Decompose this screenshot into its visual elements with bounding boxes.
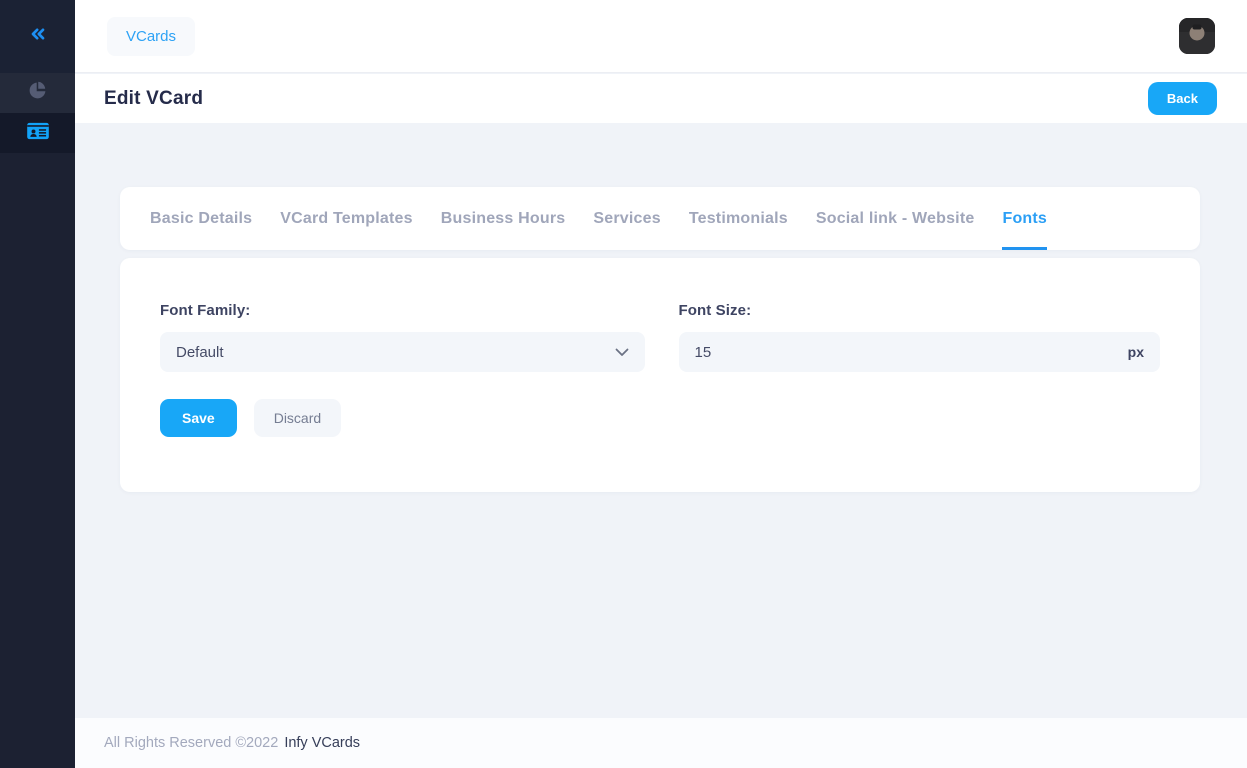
tab-business-hours[interactable]: Business Hours [441, 187, 566, 250]
breadcrumb-vcards[interactable]: VCards [107, 17, 195, 56]
chevron-down-icon [615, 344, 629, 361]
discard-button[interactable]: Discard [254, 399, 341, 437]
footer: All Rights Reserved ©2022 Infy VCards [75, 718, 1247, 768]
page-title: Edit VCard [104, 88, 203, 110]
font-size-label: Font Size: [679, 302, 1161, 319]
fonts-form-card: Font Family: Default Font Size: px [120, 258, 1200, 492]
tab-services[interactable]: Services [593, 187, 660, 250]
pie-chart-icon [28, 81, 47, 105]
sidebar-item-dashboard[interactable] [0, 73, 75, 113]
tab-testimonials[interactable]: Testimonials [689, 187, 788, 250]
page-header: Edit VCard Back [75, 74, 1247, 123]
sidebar [0, 0, 75, 768]
back-button[interactable]: Back [1148, 82, 1217, 115]
font-size-unit: px [1128, 344, 1144, 360]
footer-rights-text: All Rights Reserved ©2022 [104, 735, 278, 751]
font-family-selected-value: Default [176, 344, 615, 361]
tab-basic-details[interactable]: Basic Details [150, 187, 252, 250]
tabs-bar: Basic Details VCard Templates Business H… [120, 187, 1200, 250]
sidebar-item-vcards[interactable] [0, 113, 75, 153]
user-avatar[interactable] [1179, 18, 1215, 54]
font-family-label: Font Family: [160, 302, 645, 319]
main-content: Basic Details VCard Templates Business H… [75, 123, 1247, 718]
tab-social-link-website[interactable]: Social link - Website [816, 187, 975, 250]
chevrons-left-icon [27, 24, 49, 49]
topbar: VCards [75, 0, 1247, 73]
font-family-select[interactable]: Default [160, 332, 645, 372]
save-button[interactable]: Save [160, 399, 237, 437]
font-size-input[interactable] [695, 344, 1128, 361]
footer-brand-link[interactable]: Infy VCards [284, 735, 360, 751]
tab-fonts[interactable]: Fonts [1002, 187, 1047, 250]
font-size-field-wrap: px [679, 332, 1161, 372]
sidebar-collapse-button[interactable] [0, 0, 75, 73]
vcard-icon [27, 122, 49, 145]
tab-vcard-templates[interactable]: VCard Templates [280, 187, 413, 250]
